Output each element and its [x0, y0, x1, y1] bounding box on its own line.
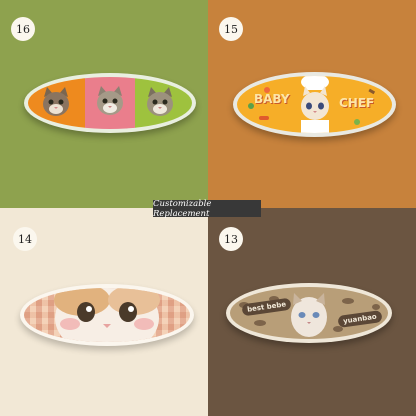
chef-word-right: CHEF [339, 96, 375, 110]
product-grid: 16 15 BABY CHEF 14 13 best bebe yuanbao … [0, 0, 416, 416]
panel-14: 14 [0, 208, 208, 416]
panel-number-badge: 13 [219, 227, 243, 251]
cat-faces-illustration [43, 86, 173, 116]
panel-16: 16 [0, 0, 208, 208]
closeup-cat-illustration [54, 288, 160, 342]
panel-number-badge: 16 [11, 17, 35, 41]
panel-number-badge: 14 [13, 227, 37, 251]
chef-word-left: BABY [254, 92, 290, 106]
panel-13: 13 best bebe yuanbao [208, 208, 416, 416]
panel-15: 15 BABY CHEF [208, 0, 416, 208]
customizable-banner: Customizable Replacement [153, 199, 261, 219]
cat-oval-clip [28, 77, 192, 129]
chef-oval-clip: BABY CHEF [237, 76, 392, 133]
closeup-oval-clip [24, 288, 190, 342]
panel-number-badge: 15 [219, 17, 243, 41]
leopard-oval-clip: best bebe yuanbao [230, 287, 388, 339]
